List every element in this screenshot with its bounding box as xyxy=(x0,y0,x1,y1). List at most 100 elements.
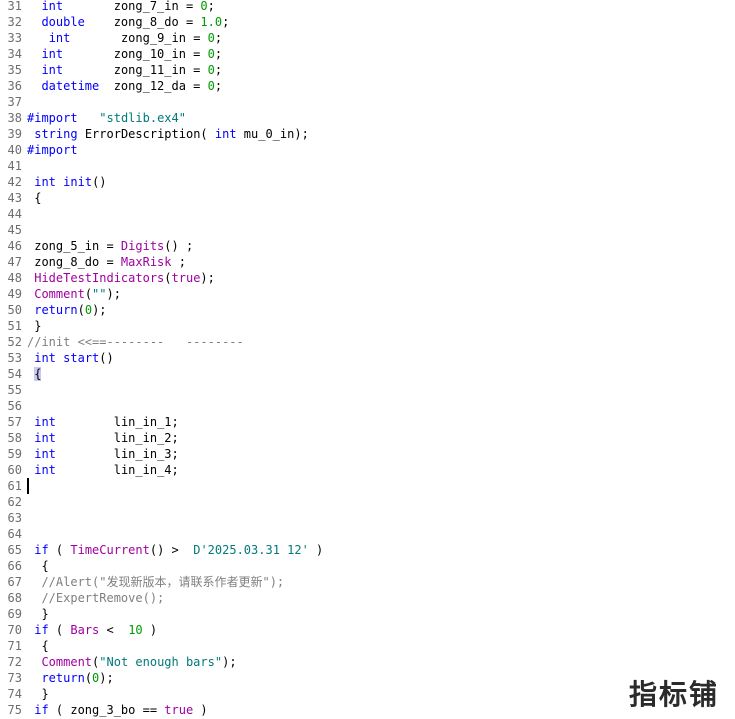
code-text[interactable]: } xyxy=(27,686,48,702)
code-line[interactable]: 38 #import "stdlib.ex4" xyxy=(0,110,735,126)
code-text[interactable]: int zong_10_in = 0; xyxy=(27,46,222,62)
code-text[interactable]: int lin_in_2; xyxy=(27,430,179,446)
code-line[interactable]: 43 { xyxy=(0,190,735,206)
code-line[interactable]: 36 datetime zong_12_da = 0; xyxy=(0,78,735,94)
line-number: 61 xyxy=(7,479,22,493)
code-line[interactable]: 66 { xyxy=(0,558,735,574)
code-line[interactable]: 52 //init <<==-------- -------- xyxy=(0,334,735,350)
code-text[interactable]: if ( zong_3_bo == true ) xyxy=(27,702,207,718)
code-token: double xyxy=(41,15,85,29)
code-text[interactable]: int zong_7_in = 0; xyxy=(27,0,214,14)
code-line[interactable]: 74 } xyxy=(0,686,735,702)
code-text[interactable]: { xyxy=(27,366,42,382)
code-text[interactable]: #import "stdlib.ex4" xyxy=(27,110,186,126)
code-line[interactable]: 65 if ( TimeCurrent() > D'2025.03.31 12'… xyxy=(0,542,735,558)
code-line[interactable]: 60 int lin_in_4; xyxy=(0,462,735,478)
code-text[interactable]: int zong_11_in = 0; xyxy=(27,62,222,78)
code-text[interactable]: int lin_in_3; xyxy=(27,446,179,462)
code-token: zong_5_in = xyxy=(27,239,121,253)
code-line[interactable]: 35 int zong_11_in = 0; xyxy=(0,62,735,78)
code-text[interactable]: double zong_8_do = 1.0; xyxy=(27,14,229,30)
code-text[interactable]: datetime zong_12_da = 0; xyxy=(27,78,222,94)
code-editor[interactable]: 31 int zong_7_in = 0; 32 double zong_8_do… xyxy=(0,0,735,719)
code-token: lin_in_3; xyxy=(55,447,179,461)
code-line[interactable]: 73 return(0); xyxy=(0,670,735,686)
code-line[interactable]: 46 zong_5_in = Digits() ; xyxy=(0,238,735,254)
code-line[interactable]: 37 xyxy=(0,94,735,110)
code-text[interactable]: zong_5_in = Digits() ; xyxy=(27,238,193,254)
code-text[interactable]: if ( Bars < 10 ) xyxy=(27,622,157,638)
code-line[interactable]: 47 zong_8_do = MaxRisk ; xyxy=(0,254,735,270)
code-line[interactable]: 67 //Alert("发现新版本，请联系作者更新"); xyxy=(0,574,735,590)
code-line[interactable]: 45 xyxy=(0,222,735,238)
code-token: #import xyxy=(27,143,78,157)
code-token: ); xyxy=(200,271,215,285)
code-token: ( xyxy=(48,623,71,637)
code-text[interactable]: //ExpertRemove(); xyxy=(27,590,164,606)
code-line[interactable]: 34 int zong_10_in = 0; xyxy=(0,46,735,62)
code-text[interactable]: //Alert("发现新版本，请联系作者更新"); xyxy=(27,574,284,590)
code-line[interactable]: 44 xyxy=(0,206,735,222)
code-line[interactable]: 68 //ExpertRemove(); xyxy=(0,590,735,606)
code-token: int xyxy=(34,351,56,365)
code-token: < xyxy=(99,623,129,637)
code-token: int xyxy=(34,175,56,189)
code-text[interactable]: { xyxy=(27,190,41,206)
code-line[interactable]: 40 #import xyxy=(0,142,735,158)
code-text[interactable]: Comment("Not enough bars"); xyxy=(27,654,237,670)
code-token: start xyxy=(63,351,100,365)
code-line[interactable]: 70 if ( Bars < 10 ) xyxy=(0,622,735,638)
code-line[interactable]: 59 int lin_in_3; xyxy=(0,446,735,462)
code-text[interactable]: } xyxy=(27,318,41,334)
code-text[interactable]: int init() xyxy=(27,174,106,190)
code-text[interactable]: #import xyxy=(27,142,78,158)
code-line[interactable]: 51 } xyxy=(0,318,735,334)
code-line[interactable]: 56 xyxy=(0,398,735,414)
code-line[interactable]: 39 string ErrorDescription( int mu_0_in)… xyxy=(0,126,735,142)
code-line[interactable]: 33 int zong_9_in = 0; xyxy=(0,30,735,46)
line-number: 58 xyxy=(7,431,22,445)
code-line[interactable]: 41 xyxy=(0,158,735,174)
code-text[interactable]: int lin_in_1; xyxy=(27,414,179,430)
code-text[interactable]: { xyxy=(27,558,48,574)
code-line[interactable]: 71 { xyxy=(0,638,735,654)
code-line[interactable]: 53 int start() xyxy=(0,350,735,366)
code-token: } xyxy=(27,607,49,621)
code-line[interactable]: 55 xyxy=(0,382,735,398)
code-line[interactable]: 63 xyxy=(0,510,735,526)
code-token: datetime xyxy=(41,79,100,93)
code-line[interactable]: 32 double zong_8_do = 1.0; xyxy=(0,14,735,30)
code-line[interactable]: 58 int lin_in_2; xyxy=(0,430,735,446)
code-text[interactable]: int lin_in_4; xyxy=(27,462,179,478)
code-line[interactable]: 31 int zong_7_in = 0; xyxy=(0,0,735,14)
code-line[interactable]: 69 } xyxy=(0,606,735,622)
line-number: 66 xyxy=(7,559,22,573)
code-line[interactable]: 62 xyxy=(0,494,735,510)
code-text[interactable]: //init <<==-------- -------- xyxy=(27,334,244,350)
code-text[interactable]: string ErrorDescription( int mu_0_in); xyxy=(27,126,309,142)
line-number: 67 xyxy=(7,575,22,589)
code-text[interactable]: } xyxy=(27,606,49,622)
code-line[interactable]: 57 int lin_in_1; xyxy=(0,414,735,430)
code-text[interactable]: Comment(""); xyxy=(27,286,121,302)
code-text[interactable]: int zong_9_in = 0; xyxy=(27,30,222,46)
code-text[interactable]: if ( TimeCurrent() > D'2025.03.31 12' ) xyxy=(27,542,323,558)
code-text[interactable]: return(0); xyxy=(27,302,106,318)
code-line[interactable]: 75 if ( zong_3_bo == true ) xyxy=(0,702,735,718)
code-line[interactable]: 72 Comment("Not enough bars"); xyxy=(0,654,735,670)
code-token: ); xyxy=(222,655,237,669)
code-line[interactable]: 50 return(0); xyxy=(0,302,735,318)
code-text[interactable]: HideTestIndicators(true); xyxy=(27,270,215,286)
code-line[interactable]: 42 int init() xyxy=(0,174,735,190)
code-line[interactable]: 61 xyxy=(0,478,735,494)
code-line[interactable]: 49 Comment(""); xyxy=(0,286,735,302)
code-line[interactable]: 54 { xyxy=(0,366,735,382)
code-text[interactable]: return(0); xyxy=(27,670,113,686)
code-token: 0 xyxy=(207,79,215,93)
code-text[interactable]: { xyxy=(27,638,48,654)
code-line[interactable]: 48 HideTestIndicators(true); xyxy=(0,270,735,286)
code-line[interactable]: 64 xyxy=(0,526,735,542)
code-text[interactable]: zong_8_do = MaxRisk ; xyxy=(27,254,186,270)
code-text[interactable]: int start() xyxy=(27,350,114,366)
